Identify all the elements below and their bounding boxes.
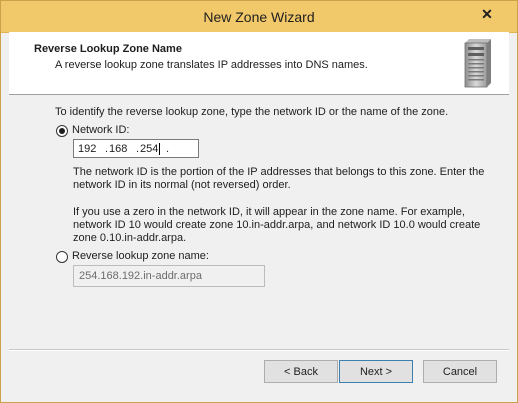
- intro-text: To identify the reverse lookup zone, typ…: [55, 106, 449, 118]
- octet-separator: .: [105, 143, 109, 155]
- octet-1[interactable]: 192: [78, 143, 96, 155]
- zero-network-id-note: If you use a zero in the network ID, it …: [73, 206, 481, 244]
- next-button[interactable]: Next >: [339, 360, 413, 383]
- zone-name-input[interactable]: 254.168.192.in-addr.arpa: [73, 265, 265, 287]
- server-icon: [464, 39, 491, 88]
- octet-2[interactable]: 168: [109, 143, 127, 155]
- window-title: New Zone Wizard: [203, 9, 315, 25]
- network-id-input[interactable]: 192 . 168 . 254 .: [73, 139, 199, 158]
- zone-name-label: Reverse lookup zone name:: [72, 250, 209, 262]
- text-caret: [159, 143, 160, 155]
- page-title: Reverse Lookup Zone Name: [34, 43, 182, 55]
- octet-separator: .: [166, 143, 170, 155]
- back-button[interactable]: < Back: [264, 360, 338, 383]
- close-button[interactable]: ✕: [465, 4, 509, 25]
- footer-divider: [9, 349, 509, 351]
- close-icon: ✕: [481, 6, 493, 22]
- title-bar[interactable]: New Zone Wizard ✕: [1, 1, 517, 33]
- wizard-header: Reverse Lookup Zone Name A reverse looku…: [9, 32, 509, 95]
- network-id-label: Network ID:: [72, 124, 130, 136]
- network-id-radio[interactable]: [56, 125, 68, 137]
- wizard-client-area: Reverse Lookup Zone Name A reverse looku…: [9, 32, 509, 394]
- zone-name-radio[interactable]: [56, 251, 68, 263]
- wizard-window: New Zone Wizard ✕ Reverse Lookup Zone Na…: [0, 0, 518, 403]
- octet-separator: .: [136, 143, 140, 155]
- network-id-description: The network ID is the portion of the IP …: [73, 166, 485, 191]
- octet-3[interactable]: 254: [140, 143, 158, 155]
- page-subtitle: A reverse lookup zone translates IP addr…: [55, 59, 368, 71]
- cancel-button[interactable]: Cancel: [423, 360, 497, 383]
